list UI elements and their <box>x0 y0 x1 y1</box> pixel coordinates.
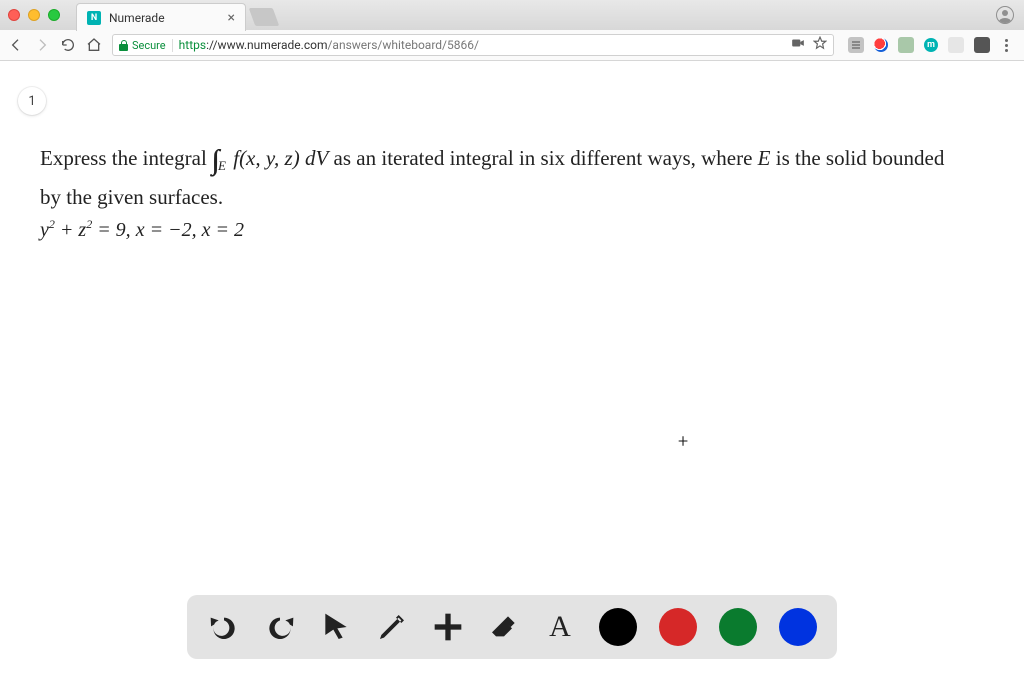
add-tool[interactable] <box>431 610 465 644</box>
back-button[interactable] <box>8 37 24 53</box>
whiteboard-toolbar: A <box>187 595 837 659</box>
browser-chrome: N Numerade × Secure https://www.numerade… <box>0 0 1024 61</box>
color-blue[interactable] <box>779 608 817 646</box>
solid-e: E <box>758 146 771 170</box>
extension-icon-3[interactable] <box>898 37 914 53</box>
browser-toolbar: Secure https://www.numerade.com/answers/… <box>0 30 1024 60</box>
tab-title: Numerade <box>109 11 220 25</box>
browser-tab[interactable]: N Numerade × <box>76 3 246 31</box>
integrand: f(x, y, z) <box>233 146 299 170</box>
step-badge[interactable]: 1 <box>18 87 46 115</box>
reload-button[interactable] <box>60 37 76 53</box>
lock-icon <box>119 40 128 51</box>
url-host: ://www.numerade.com <box>206 38 327 52</box>
pen-tool[interactable] <box>375 610 409 644</box>
integral-subscript: E <box>212 158 228 173</box>
address-bar[interactable]: Secure https://www.numerade.com/answers/… <box>112 34 834 56</box>
home-button[interactable] <box>86 37 102 53</box>
undo-button[interactable] <box>207 610 241 644</box>
tab-close-button[interactable]: × <box>228 11 235 25</box>
color-red[interactable] <box>659 608 697 646</box>
url-path: /answers/whiteboard/5866/ <box>327 38 478 52</box>
problem-suffix: is the solid bounded <box>776 146 945 170</box>
extension-icons: m <box>844 37 1016 53</box>
color-green[interactable] <box>719 608 757 646</box>
bookmark-star-icon[interactable] <box>813 36 827 54</box>
new-tab-button[interactable] <box>249 8 280 26</box>
tab-bar: N Numerade × <box>0 0 1024 30</box>
camera-icon[interactable] <box>791 36 805 54</box>
canvas-cursor-icon: + <box>678 431 688 452</box>
url-text: https://www.numerade.com/answers/whitebo… <box>179 38 479 52</box>
forward-button[interactable] <box>34 37 50 53</box>
color-black[interactable] <box>599 608 637 646</box>
redo-button[interactable] <box>263 610 297 644</box>
extension-icon-6[interactable] <box>974 37 990 53</box>
url-scheme: https <box>179 38 206 52</box>
eraser-tool[interactable] <box>487 610 521 644</box>
secure-label: Secure <box>132 39 166 52</box>
extension-icon-5[interactable] <box>948 37 964 53</box>
pointer-tool[interactable] <box>319 610 353 644</box>
problem-line2: by the given surfaces. <box>40 182 1016 212</box>
problem-prefix: Express the integral <box>40 146 212 170</box>
secure-badge: Secure <box>119 39 173 52</box>
browser-menu-button[interactable] <box>1000 39 1012 52</box>
dv: dV <box>305 146 328 170</box>
close-window-button[interactable] <box>8 9 20 21</box>
extension-icon-4[interactable]: m <box>924 38 938 52</box>
tab-favicon: N <box>87 11 101 25</box>
text-tool[interactable]: A <box>543 610 577 644</box>
problem-mid: as an iterated integral in six different… <box>334 146 758 170</box>
window-controls <box>8 9 76 21</box>
extension-icon-1[interactable] <box>848 37 864 53</box>
profile-avatar-icon[interactable] <box>996 6 1014 24</box>
page-content: 1 Express the integral ∫∫∫E f(x, y, z) d… <box>0 61 1024 675</box>
omnibox-actions <box>791 36 827 54</box>
maximize-window-button[interactable] <box>48 9 60 21</box>
problem-text: Express the integral ∫∫∫E f(x, y, z) dV … <box>40 141 1016 245</box>
extension-icon-2[interactable] <box>874 38 888 52</box>
minimize-window-button[interactable] <box>28 9 40 21</box>
